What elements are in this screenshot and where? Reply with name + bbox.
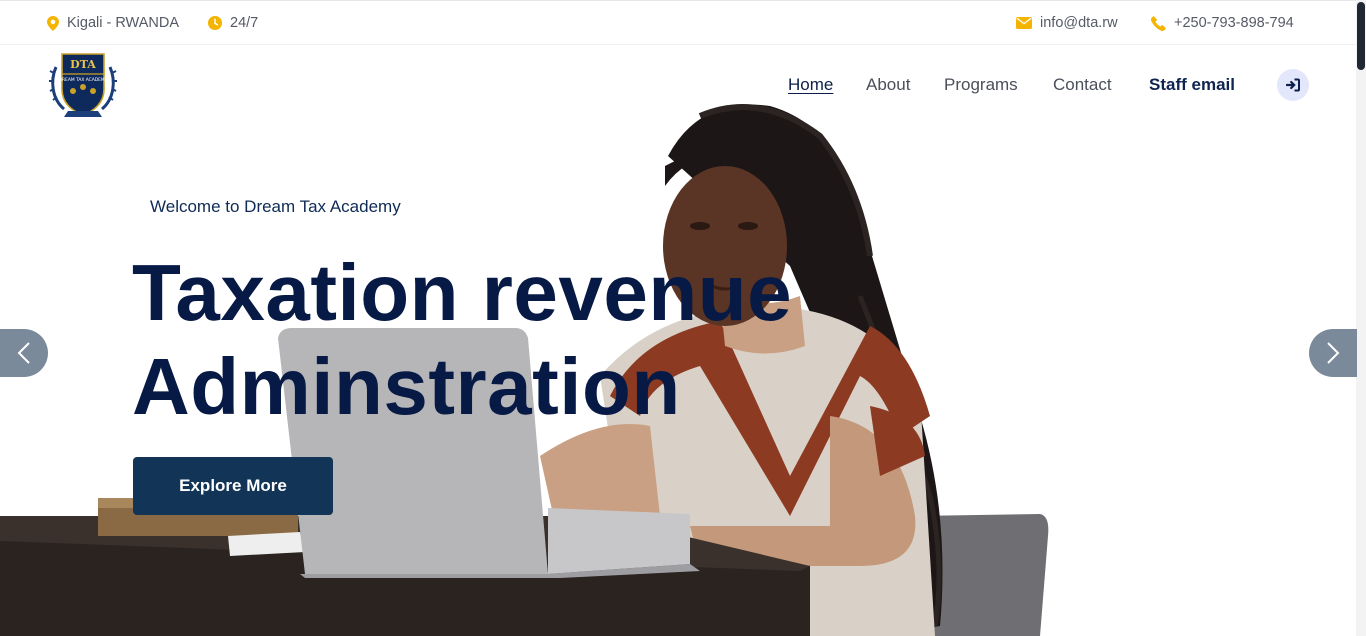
email-link[interactable]: info@dta.rw [1040,15,1118,31]
chevron-right-icon [1327,342,1340,364]
email-info[interactable]: info@dta.rw [1016,1,1118,45]
nav-contact[interactable]: Contact [1053,72,1112,98]
carousel-prev-button[interactable] [0,329,48,377]
explore-more-button[interactable]: Explore More [133,457,333,515]
carousel-next-button[interactable] [1309,329,1357,377]
hero-welcome-text: Welcome to Dream Tax Academy [150,197,401,216]
nav-programs[interactable]: Programs [944,72,1018,98]
nav-home[interactable]: Home [788,72,833,98]
sign-in-icon [1286,78,1300,92]
page-scrollbar[interactable] [1356,0,1366,636]
chevron-left-icon [17,342,30,364]
phone-icon [1151,15,1166,31]
logo-name: DREAM TAX ACADEMY [59,77,108,83]
hours-info: 24/7 [208,1,258,45]
envelope-icon [1016,17,1032,29]
location-info: Kigali - RWANDA [47,1,179,45]
headline-line-2: Adminstration [132,342,681,431]
phone-link[interactable]: +250-793-898-794 [1174,15,1294,31]
hero-headline: Taxation revenue Adminstration [132,246,792,434]
nav-staff-email[interactable]: Staff email [1149,72,1235,98]
scrollbar-thumb[interactable] [1357,2,1365,70]
location-text: Kigali - RWANDA [67,15,179,31]
logo-initials: DTA [70,58,96,71]
map-pin-icon [47,15,59,31]
headline-line-1: Taxation revenue [132,248,793,337]
clock-icon [208,16,222,30]
login-button[interactable] [1277,69,1309,101]
top-info-bar: Kigali - RWANDA 24/7 info@dta.rw +250-79… [0,0,1356,45]
phone-info[interactable]: +250-793-898-794 [1151,1,1294,45]
nav-about[interactable]: About [866,72,910,98]
hours-text: 24/7 [230,15,259,31]
